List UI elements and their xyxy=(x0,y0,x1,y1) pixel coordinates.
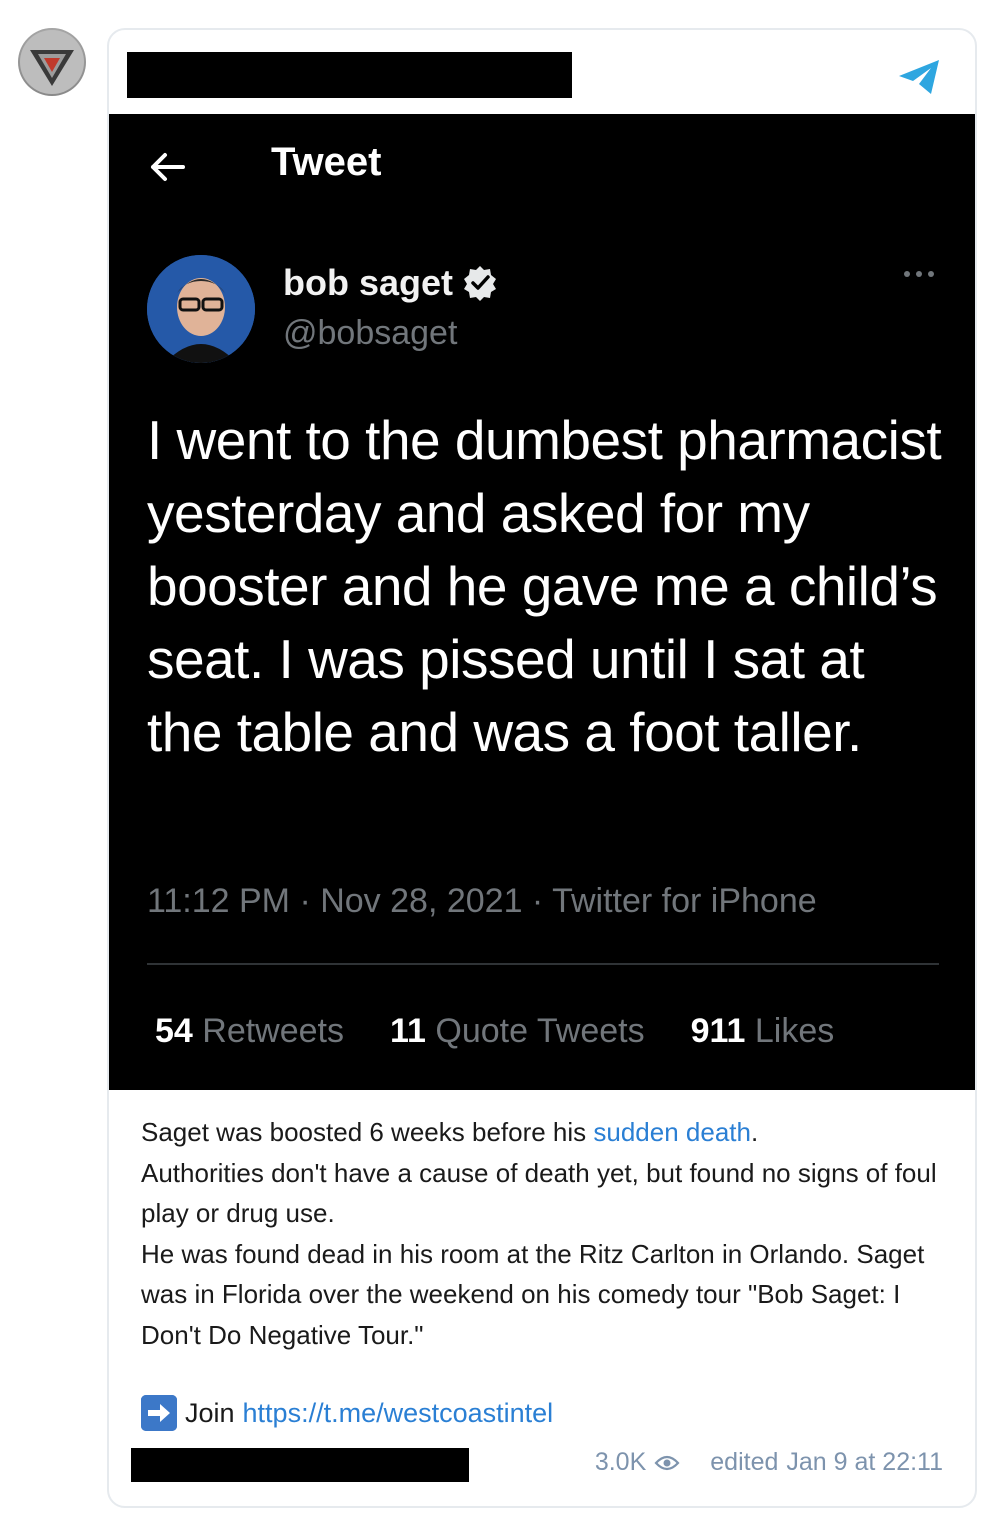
quote-tweets-label: Quote Tweets xyxy=(425,1012,645,1050)
retweets-count: 54 xyxy=(155,1012,193,1050)
tweet-meta: 11:12 PM · Nov 28, 2021 · Twitter for iP… xyxy=(147,882,817,920)
message-footer: 3.0K edited Jan 9 at 22:11 xyxy=(595,1448,943,1477)
display-name-text: bob saget xyxy=(283,262,454,303)
eye-icon xyxy=(654,1455,680,1470)
display-name[interactable]: bob saget xyxy=(283,262,499,304)
tweet-stats: 54 Retweets 11 Quote Tweets 911 Likes xyxy=(155,1012,834,1051)
join-arrow-icon xyxy=(141,1395,177,1431)
channel-avatar[interactable] xyxy=(18,28,86,96)
redaction-bar xyxy=(131,1448,469,1482)
likes-stat[interactable]: 911 Likes xyxy=(691,1012,835,1051)
share-icon[interactable] xyxy=(895,54,945,100)
caption-line-1: Saget was boosted 6 weeks before his sud… xyxy=(141,1112,941,1153)
caption-line-3: He was found dead in his room at the Rit… xyxy=(141,1238,925,1350)
caption-line-2: Authorities don't have a cause of death … xyxy=(141,1157,937,1229)
verified-icon xyxy=(464,266,497,301)
channel-logo-icon xyxy=(20,30,84,94)
quote-tweets-stat[interactable]: 11 Quote Tweets xyxy=(390,1012,645,1051)
more-icon[interactable] xyxy=(901,264,937,284)
retweets-label: Retweets xyxy=(192,1012,345,1050)
join-link[interactable]: https://t.me/westcoastintel xyxy=(243,1398,554,1429)
divider xyxy=(147,963,939,965)
tweet-header-title: Tweet xyxy=(271,140,382,184)
retweets-stat[interactable]: 54 Retweets xyxy=(155,1012,344,1051)
user-handle[interactable]: @bobsaget xyxy=(283,314,457,353)
likes-count: 911 xyxy=(690,1012,746,1050)
message-timestamp: Jan 9 at 22:11 xyxy=(786,1448,943,1476)
view-count: 3.0K xyxy=(594,1448,647,1476)
join-row: Join https://t.me/westcoastintel xyxy=(141,1395,553,1431)
profile-photo[interactable] xyxy=(147,255,255,363)
quote-tweets-count: 11 xyxy=(390,1012,426,1050)
message-caption: Saget was boosted 6 weeks before his sud… xyxy=(141,1112,941,1355)
message-card: Tweet bob saget @bobsaget I went to the … xyxy=(107,28,977,1508)
tweet-text: I went to the dumbest pharmacist yesterd… xyxy=(147,409,942,763)
caption-text-1: Saget was boosted 6 weeks before his xyxy=(141,1117,594,1147)
join-label: Join xyxy=(185,1397,235,1428)
edited-label: edited xyxy=(710,1448,779,1476)
sudden-death-link[interactable]: sudden death xyxy=(593,1117,751,1147)
caption-period: . xyxy=(750,1117,759,1147)
redaction-bar xyxy=(127,52,572,98)
tweet-screenshot: Tweet bob saget @bobsaget I went to the … xyxy=(109,114,975,1090)
back-arrow-icon[interactable] xyxy=(149,152,185,182)
likes-label: Likes xyxy=(745,1012,835,1050)
